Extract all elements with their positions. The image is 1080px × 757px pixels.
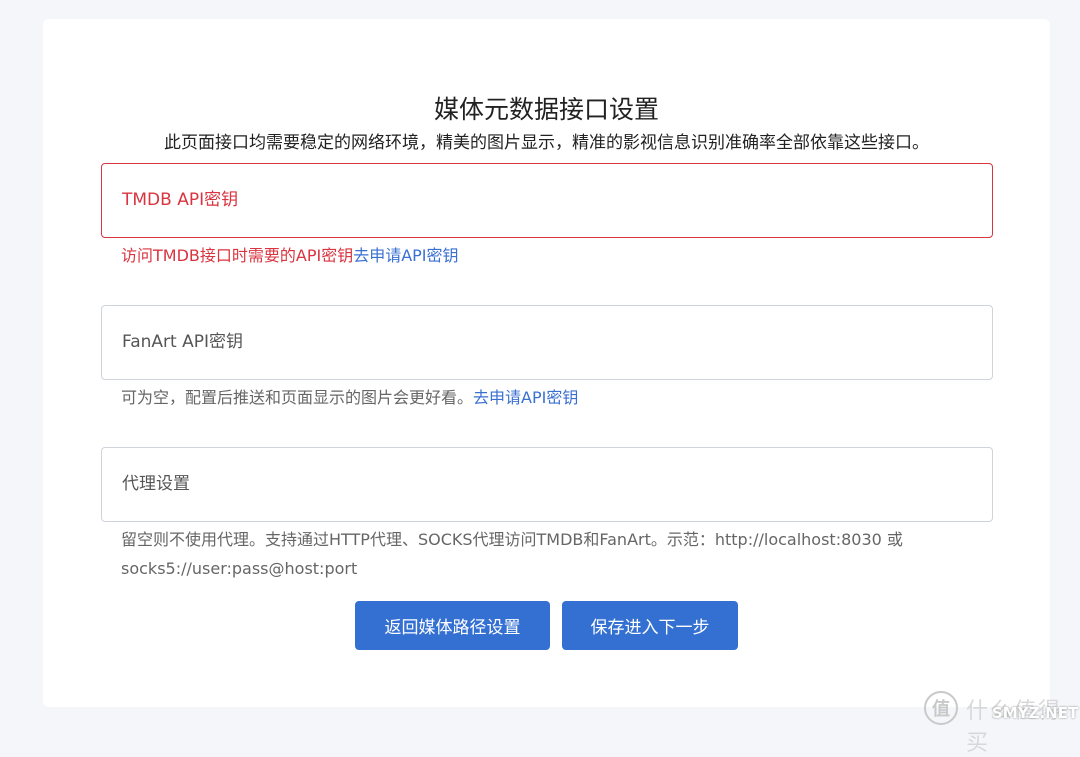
tmdb-help-text: 访问TMDB接口时需要的API密钥: [121, 246, 353, 265]
zhi-icon: 值: [924, 691, 958, 725]
proxy-help-line-1: 留空则不使用代理。支持通过HTTP代理、SOCKS代理访问TMDB和FanArt…: [121, 525, 941, 554]
tmdb-apply-link[interactable]: 去申请API密钥: [353, 246, 458, 265]
proxy-settings-field[interactable]: 代理设置: [101, 447, 993, 522]
page-subtitle: 此页面接口均需要稳定的网络环境，精美的图片显示，精准的影视信息识别准确率全部依靠…: [43, 133, 1050, 153]
fanart-apply-link[interactable]: 去申请API密钥: [473, 388, 578, 407]
watermark-text: 什么值得买 SMYZ.NET: [966, 693, 1066, 723]
page-title: 媒体元数据接口设置: [43, 97, 1050, 122]
fanart-api-key-help: 可为空，配置后推送和页面显示的图片会更好看。去申请API密钥: [121, 383, 941, 412]
proxy-settings-input[interactable]: [102, 448, 992, 521]
proxy-settings-help: 留空则不使用代理。支持通过HTTP代理、SOCKS代理访问TMDB和FanArt…: [121, 525, 941, 583]
back-to-media-path-button[interactable]: 返回媒体路径设置: [355, 601, 550, 650]
tmdb-api-key-help: 访问TMDB接口时需要的API密钥去申请API密钥: [121, 241, 941, 270]
save-and-next-button[interactable]: 保存进入下一步: [562, 601, 738, 650]
tmdb-api-key-input[interactable]: [102, 164, 992, 237]
watermark: 值 什么值得买 SMYZ.NET: [924, 691, 1066, 725]
fanart-api-key-input[interactable]: [102, 306, 992, 379]
fanart-api-key-field[interactable]: FanArt API密钥: [101, 305, 993, 380]
watermark-text-cn: 什么值得买: [966, 693, 1066, 757]
fanart-help-text: 可为空，配置后推送和页面显示的图片会更好看。: [121, 388, 473, 407]
tmdb-api-key-field[interactable]: TMDB API密钥: [101, 163, 993, 238]
watermark-text-en: SMYZ.NET: [992, 704, 1078, 722]
proxy-help-line-2: socks5://user:pass@host:port: [121, 554, 941, 583]
